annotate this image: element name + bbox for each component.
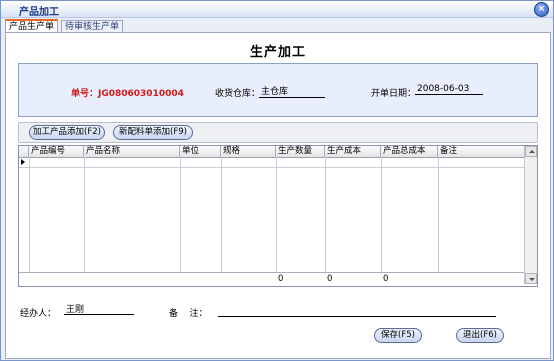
grid-divider [180,157,181,272]
warehouse-field[interactable]: 主仓库 [259,84,325,98]
vertical-scrollbar[interactable] [524,146,537,284]
save-button[interactable]: 保存(F5) [374,328,422,343]
handler-field[interactable]: 王刚 [64,302,134,315]
column-header[interactable]: 生产成本 [325,146,381,157]
grid-header: 产品编号 产品名称 单位 规格 生产数量 生产成本 产品总成本 备注 [19,146,524,158]
total-quantity: 0 [278,274,284,284]
arrow-down-icon [529,278,535,281]
order-info-panel: 单号：JG080603010004 收货仓库： 主仓库 开单日期： 2008-0… [18,63,538,117]
content-panel: 生产加工 单号：JG080603010004 收货仓库： 主仓库 开单日期： 2… [5,32,551,359]
add-product-button[interactable]: 加工产品添加(F2) [29,125,105,140]
grid-divider [84,157,85,272]
window-title: 产品加工 [19,7,59,18]
column-header[interactable]: 单位 [180,146,221,157]
grid-divider [325,157,326,272]
column-header[interactable]: 生产数量 [276,146,325,157]
current-row-indicator[interactable] [19,158,29,168]
close-icon[interactable]: × [534,2,549,17]
grid-divider [221,157,222,272]
remark-label: 备 注： [169,309,208,319]
grid-divider [29,157,30,272]
handler-label: 经办人： [20,309,57,319]
title-bar: 产品加工 × [1,1,553,18]
product-processing-window: 产品加工 × 产品生产单 待审核生产单 生产加工 单号：JG0806030100… [0,0,554,361]
column-header[interactable]: 规格 [221,146,276,157]
date-label: 开单日期： [371,89,417,99]
order-number: 单号：JG080603010004 [71,89,184,99]
total-cost: 0 [327,274,333,284]
table-row[interactable] [29,167,524,168]
totals-row: 0 0 0 [19,272,524,285]
date-field[interactable]: 2008-06-03 [415,84,483,95]
row-pointer-icon [21,159,25,165]
product-grid[interactable]: 产品编号 产品名称 单位 规格 生产数量 生产成本 产品总成本 备注 0 0 0 [18,145,538,287]
warehouse-label: 收货仓库： [215,89,261,99]
column-header[interactable]: 产品名称 [84,146,180,157]
exit-button[interactable]: 退出(F6) [456,328,504,343]
grid-divider [381,157,382,272]
total-product-cost: 0 [383,274,389,284]
row-header-corner [19,146,29,157]
scroll-up-button[interactable] [525,146,537,157]
arrow-up-icon [529,150,535,153]
page-title: 生产加工 [249,45,306,60]
column-header[interactable]: 产品编号 [29,146,84,157]
scroll-down-button[interactable] [525,273,537,284]
remark-field[interactable] [218,304,496,317]
grid-divider [438,157,439,272]
add-recipe-button[interactable]: 新配料单添加(F9) [113,125,193,140]
grid-divider [276,157,277,272]
column-header[interactable]: 产品总成本 [381,146,438,157]
toolbar: 加工产品添加(F2) 新配料单添加(F9) [18,122,538,143]
column-header[interactable]: 备注 [438,146,524,157]
